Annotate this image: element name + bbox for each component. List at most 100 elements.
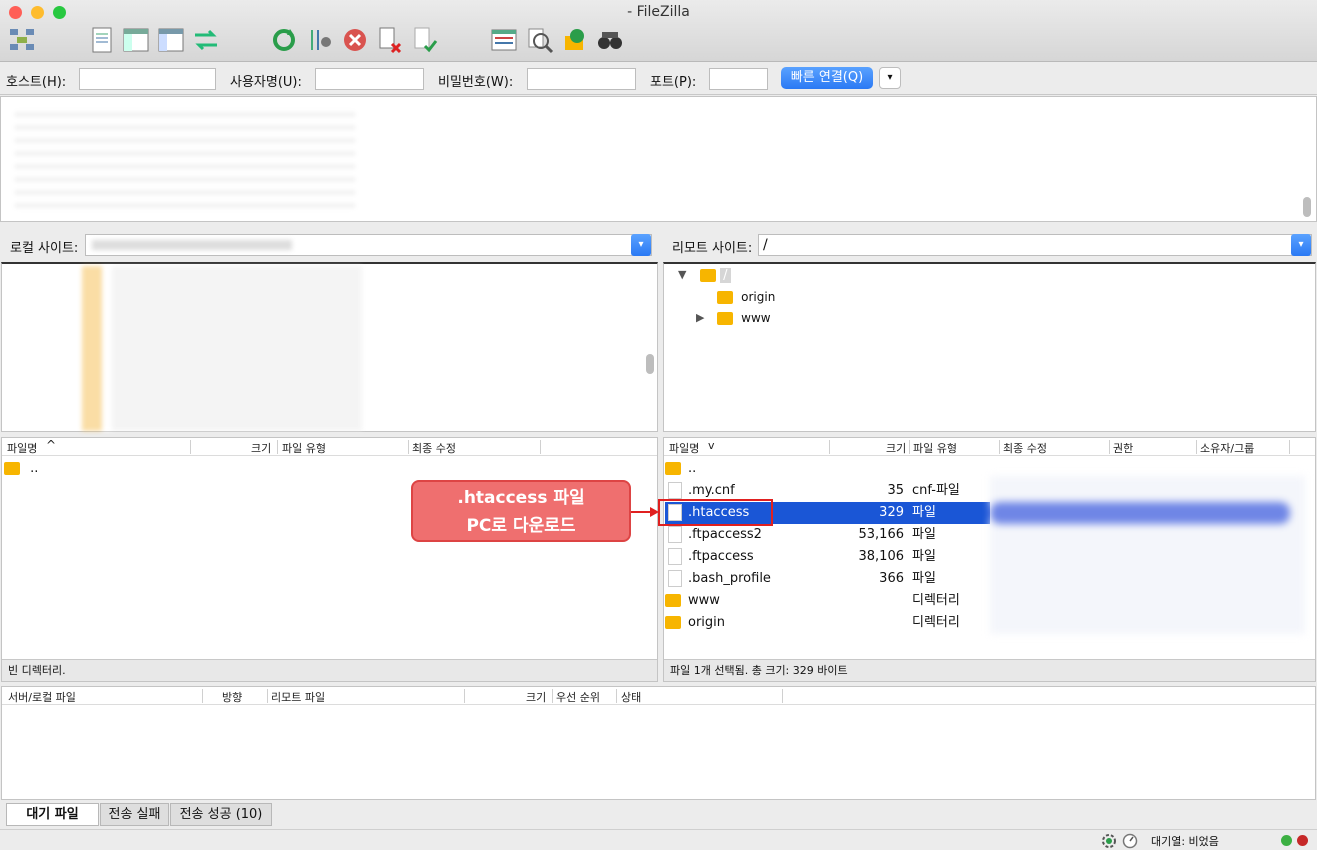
site-manager-icon[interactable] bbox=[8, 26, 36, 54]
transfer-queue-icon[interactable] bbox=[192, 26, 220, 54]
file-type: 파일 bbox=[912, 549, 936, 564]
col-separator[interactable] bbox=[829, 440, 830, 454]
col-separator[interactable] bbox=[552, 689, 553, 703]
tab-successful-transfers[interactable]: 전송 성공 (10) bbox=[170, 803, 272, 826]
col-separator[interactable] bbox=[190, 440, 191, 454]
tree-item-origin[interactable]: origin bbox=[717, 290, 775, 305]
local-file-list[interactable]: 파일명 ^ 크기 파일 유형 최종 수정 .. 빈 디렉터리. bbox=[1, 437, 658, 682]
gear-icon[interactable] bbox=[1101, 833, 1117, 849]
col-separator[interactable] bbox=[616, 689, 617, 703]
col-separator[interactable] bbox=[1109, 440, 1110, 454]
col-size[interactable]: 크기 bbox=[886, 440, 906, 456]
col-size[interactable]: 크기 bbox=[251, 440, 271, 456]
col-owner-group[interactable]: 소유자/그룹 bbox=[1200, 440, 1254, 456]
remote-tree[interactable]: ▼ / origin ▶ www bbox=[663, 262, 1316, 432]
sync-browse-icon[interactable] bbox=[561, 26, 589, 54]
disconnect-icon[interactable] bbox=[376, 26, 404, 54]
col-separator[interactable] bbox=[1196, 440, 1197, 454]
sort-ascending-icon[interactable]: ^ bbox=[46, 438, 56, 452]
filter-icon[interactable] bbox=[490, 26, 518, 54]
col-remote-file[interactable]: 리모트 파일 bbox=[271, 689, 325, 705]
local-tree[interactable] bbox=[1, 262, 658, 432]
table-row[interactable]: .ftpaccess2 53,166 파일 bbox=[665, 524, 990, 546]
tree-root-item[interactable]: / bbox=[700, 268, 731, 283]
table-row[interactable]: origin 디렉터리 bbox=[665, 612, 990, 634]
col-separator[interactable] bbox=[277, 440, 278, 454]
annotation-callout: .htaccess 파일 PC로 다운로드 bbox=[411, 480, 631, 542]
col-server-local-file[interactable]: 서버/로컬 파일 bbox=[8, 689, 76, 705]
col-permissions[interactable]: 권한 bbox=[1113, 440, 1133, 456]
local-path-combo[interactable]: ▾ bbox=[85, 234, 652, 256]
username-input[interactable] bbox=[315, 68, 424, 90]
blurred-file-details bbox=[990, 476, 1305, 634]
col-priority[interactable]: 우선 순위 bbox=[556, 689, 600, 705]
folder-icon bbox=[665, 594, 681, 607]
log-scrollbar[interactable] bbox=[1303, 197, 1311, 217]
remote-path-dropdown-icon[interactable]: ▾ bbox=[1291, 234, 1311, 256]
remote-path-combo[interactable]: / ▾ bbox=[758, 234, 1312, 256]
compare-icon[interactable] bbox=[526, 26, 554, 54]
message-log-icon[interactable] bbox=[88, 26, 116, 54]
remote-list-header: 파일명 v 크기 파일 유형 최종 수정 권한 소유자/그룹 bbox=[664, 438, 1315, 456]
col-filetype[interactable]: 파일 유형 bbox=[282, 440, 326, 456]
table-row[interactable]: www 디렉터리 bbox=[665, 590, 990, 612]
file-size: 366 bbox=[879, 571, 904, 586]
col-separator[interactable] bbox=[1289, 440, 1290, 454]
file-type: 파일 bbox=[912, 505, 936, 520]
col-separator[interactable] bbox=[267, 689, 268, 703]
table-row[interactable]: .bash_profile 366 파일 bbox=[665, 568, 990, 590]
queue-header: 서버/로컬 파일 방향 리모트 파일 크기 우선 순위 상태 bbox=[2, 687, 1315, 705]
receive-indicator-icon bbox=[1281, 835, 1292, 846]
refresh-icon[interactable] bbox=[270, 26, 298, 54]
speed-limit-icon[interactable] bbox=[1122, 833, 1138, 849]
search-icon[interactable] bbox=[596, 26, 624, 54]
transfer-queue[interactable]: 서버/로컬 파일 방향 리모트 파일 크기 우선 순위 상태 bbox=[1, 686, 1316, 800]
folder-icon bbox=[4, 462, 20, 475]
folder-icon bbox=[717, 312, 733, 325]
file-type: 파일 bbox=[912, 571, 936, 586]
col-separator[interactable] bbox=[999, 440, 1000, 454]
password-input[interactable] bbox=[527, 68, 636, 90]
quickconnect-button[interactable]: 빠른 연결(Q) bbox=[781, 67, 873, 89]
tree-item-label: origin bbox=[741, 290, 776, 304]
reconnect-icon[interactable] bbox=[411, 26, 439, 54]
process-queue-icon[interactable] bbox=[306, 26, 334, 54]
col-modified[interactable]: 최종 수정 bbox=[412, 440, 456, 456]
col-modified[interactable]: 최종 수정 bbox=[1003, 440, 1047, 456]
status-bar: 대기열: 비었음 bbox=[0, 829, 1317, 850]
col-separator[interactable] bbox=[202, 689, 203, 703]
col-status[interactable]: 상태 bbox=[621, 689, 641, 705]
tree-item-www[interactable]: www bbox=[717, 311, 771, 326]
tree-collapsed-icon[interactable]: ▶ bbox=[696, 311, 704, 324]
col-separator[interactable] bbox=[540, 440, 541, 454]
col-size[interactable]: 크기 bbox=[526, 689, 546, 705]
col-direction[interactable]: 방향 bbox=[222, 689, 242, 705]
sort-descending-icon[interactable]: v bbox=[708, 439, 715, 452]
col-separator[interactable] bbox=[408, 440, 409, 454]
tab-queued-files[interactable]: 대기 파일 bbox=[6, 803, 99, 826]
local-site-bar: 로컬 사이트: ▾ bbox=[0, 226, 658, 264]
table-row[interactable]: .. bbox=[665, 458, 990, 480]
port-input[interactable] bbox=[709, 68, 768, 90]
list-item[interactable]: .. bbox=[4, 458, 38, 480]
local-tree-scrollbar[interactable] bbox=[646, 354, 654, 374]
table-row[interactable]: .ftpaccess 38,106 파일 bbox=[665, 546, 990, 568]
col-separator[interactable] bbox=[909, 440, 910, 454]
remote-tree-icon[interactable] bbox=[157, 26, 185, 54]
message-log[interactable] bbox=[0, 96, 1317, 222]
tab-failed-transfers[interactable]: 전송 실패 bbox=[100, 803, 169, 826]
quickconnect-dropdown-button[interactable]: ▾ bbox=[879, 67, 901, 89]
cancel-icon[interactable] bbox=[341, 26, 369, 54]
host-input[interactable] bbox=[79, 68, 216, 90]
file-name: .. bbox=[30, 461, 39, 476]
local-tree-icon[interactable] bbox=[122, 26, 150, 54]
file-name: .. bbox=[688, 461, 697, 476]
col-filename[interactable]: 파일명 bbox=[7, 440, 37, 456]
tree-expanded-icon[interactable]: ▼ bbox=[678, 268, 686, 281]
col-separator[interactable] bbox=[782, 689, 783, 703]
local-path-dropdown-icon[interactable]: ▾ bbox=[631, 234, 651, 256]
remote-file-list[interactable]: 파일명 v 크기 파일 유형 최종 수정 권한 소유자/그룹 .. .my.cn… bbox=[663, 437, 1316, 682]
col-separator[interactable] bbox=[464, 689, 465, 703]
col-filename[interactable]: 파일명 bbox=[669, 440, 699, 456]
col-filetype[interactable]: 파일 유형 bbox=[913, 440, 957, 456]
